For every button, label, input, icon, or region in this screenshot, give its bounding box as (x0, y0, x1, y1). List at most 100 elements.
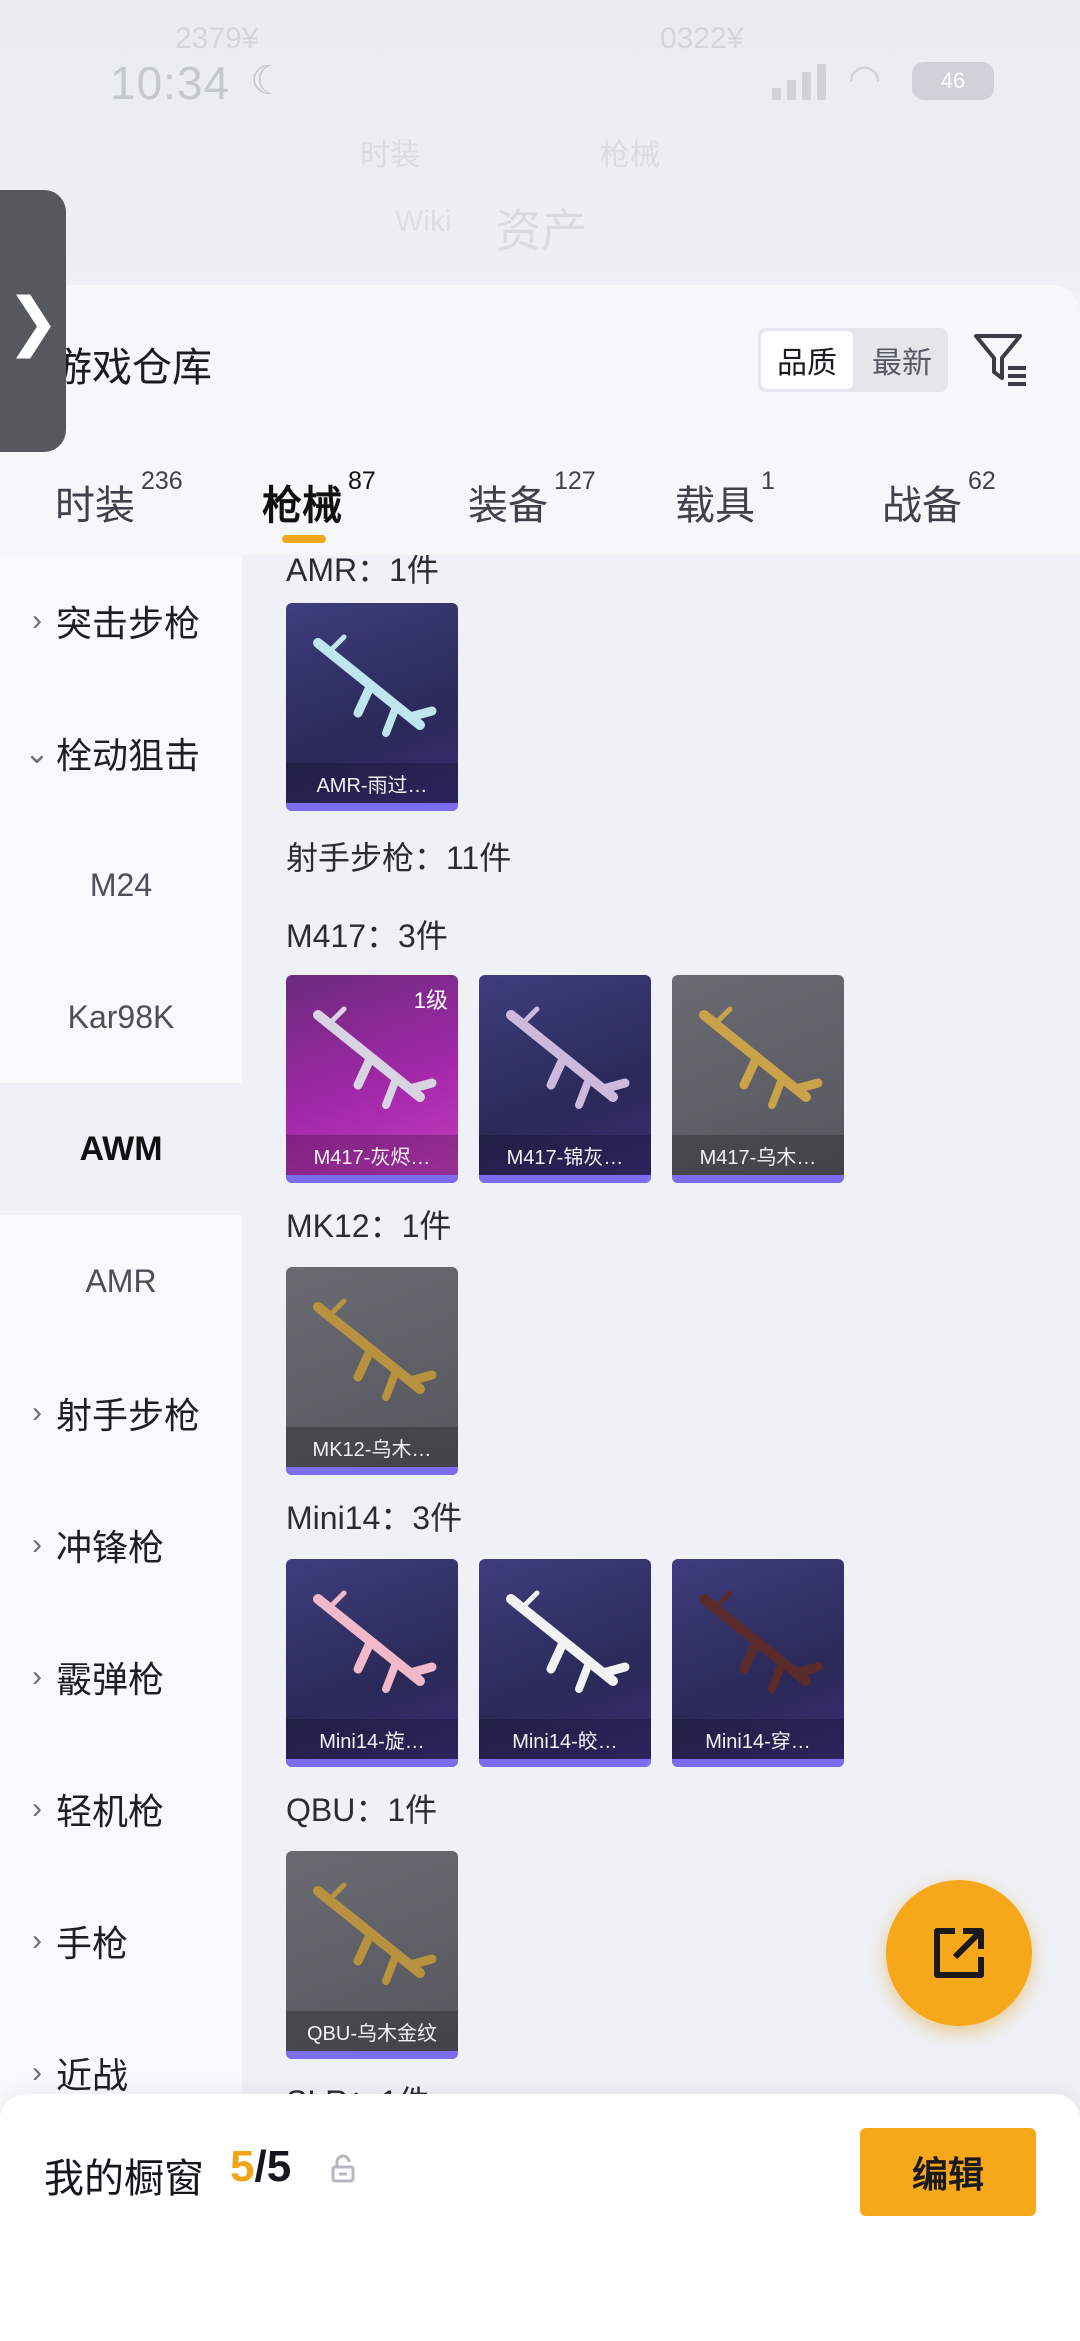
sidebar-item-marksman-rifle[interactable]: › 射手步枪 (0, 1347, 242, 1479)
rarity-bar (479, 1759, 651, 1767)
tab-fashion[interactable]: 时装 236 (55, 455, 183, 555)
sidebar-item-bolt-sniper[interactable]: ⌄ 栓动狙击 (0, 687, 242, 819)
rifle-part (353, 1930, 375, 1966)
weapon-name: MK12-乌木… (286, 1427, 458, 1467)
category-tabs: 时装 236 枪械 87 装备 127 载具 1 战备 62 (0, 455, 1080, 555)
rarity-bar (672, 1175, 844, 1183)
sort-quality-button[interactable]: 品质 (761, 331, 853, 389)
rifle-icon (313, 1882, 437, 1985)
rifle-part (382, 703, 400, 737)
status-ghost-text-left: 2379¥ (175, 22, 259, 55)
tab-supplies[interactable]: 战备 62 (882, 455, 996, 555)
sidebar-item-pistol[interactable]: › 手枪 (0, 1875, 242, 2007)
chevron-right-icon: › (32, 604, 42, 637)
section-label-qbu: QBU：1件 (286, 1792, 438, 1828)
rifle-part (382, 1659, 400, 1693)
sidebar-item-smg[interactable]: › 冲锋枪 (0, 1479, 242, 1611)
weapon-name: M417-灰烬… (286, 1135, 458, 1175)
sidebar-item-label: 栓动狙击 (56, 735, 201, 776)
sidebar-item-shotgun[interactable]: › 霰弹枪 (0, 1611, 242, 1743)
active-tab-indicator (282, 535, 326, 543)
tab-count: 87 (348, 467, 376, 495)
rifle-part (382, 1951, 400, 1985)
rarity-bar (286, 1759, 458, 1767)
tab-label: 装备 (468, 484, 548, 528)
rifle-part (327, 1006, 347, 1026)
tab-label: 枪械 (262, 484, 342, 528)
rarity-bar (479, 1175, 651, 1183)
chevron-right-icon: › (32, 1924, 42, 1957)
section-label-amr: AMR：1件 (286, 555, 439, 588)
rifle-icon (699, 1590, 823, 1693)
weapon-card[interactable]: Mini14-旋… (286, 1559, 458, 1767)
weapon-card[interactable]: MK12-乌木… (286, 1267, 458, 1475)
sidebar-item-lmg[interactable]: › 轻机枪 (0, 1743, 242, 1875)
rifle-part (546, 1054, 568, 1090)
share-button[interactable] (886, 1880, 1032, 2026)
showcase-total: 5 (266, 2142, 292, 2191)
chevron-right-icon: › (32, 1792, 42, 1825)
weapon-name: AMR-雨过… (286, 763, 458, 803)
weapon-card[interactable]: Mini14-穿… (672, 1559, 844, 1767)
tab-count: 127 (554, 467, 596, 495)
chevron-right-icon: ❯ (6, 285, 60, 357)
rifle-part (546, 1638, 568, 1674)
battery-level: 46 (940, 68, 966, 93)
tab-equipment[interactable]: 装备 127 (468, 455, 596, 555)
filter-icon[interactable] (970, 328, 1032, 390)
sidebar-item-label: 射手步枪 (56, 1395, 201, 1436)
weapon-name: M417-锦灰… (479, 1135, 651, 1175)
rarity-bar (286, 1175, 458, 1183)
sidebar-subitem-amr[interactable]: AMR (0, 1215, 242, 1347)
rifle-part (405, 706, 437, 722)
status-bar: 10:34 ☾ 2379¥ 0322¥ ◠ 46 (0, 22, 1080, 120)
weapon-card[interactable]: Mini14-皎… (479, 1559, 651, 1767)
sidebar-item-assault-rifle[interactable]: › 突击步枪 (0, 555, 242, 687)
chevron-right-icon: › (32, 2056, 42, 2089)
showcase-separator: / (254, 2142, 267, 2191)
moon-icon: ☾ (250, 59, 286, 103)
weapon-name: QBU-乌木金纹 (286, 2011, 458, 2051)
sidebar-item-label: 近战 (56, 2055, 129, 2096)
drawer-expand-button[interactable]: ❯ (0, 190, 66, 452)
rifle-part (353, 1638, 375, 1674)
rifle-part (713, 1590, 733, 1610)
sort-latest-button[interactable]: 最新 (856, 328, 948, 392)
rarity-bar (286, 1467, 458, 1475)
weapon-card[interactable]: AMR-雨过… (286, 603, 458, 811)
edit-button[interactable]: 编辑 (860, 2128, 1036, 2216)
rifle-part (405, 1078, 437, 1094)
tab-count: 236 (141, 467, 183, 495)
showcase-current: 5 (230, 2142, 255, 2191)
sidebar-subitem-kar98k[interactable]: Kar98K (0, 951, 242, 1083)
background-header: 10:34 ☾ 2379¥ 0322¥ ◠ 46 时装 枪械 Wiki 资产 (0, 0, 1080, 290)
sidebar-item-label: 突击步枪 (56, 603, 201, 644)
wifi-icon: ◠ (848, 58, 882, 100)
weapon-card[interactable]: M417-乌木… (672, 975, 844, 1183)
weapon-card[interactable]: 1级 M417-灰烬… (286, 975, 458, 1183)
sidebar-subitem-label: M24 (89, 866, 153, 903)
rifle-icon (313, 634, 437, 737)
header-ghost-sub: Wiki (395, 205, 452, 238)
panel-header: 游戏仓库 品质 最新 时装 236 枪械 87 装备 127 载具 1 战备 6… (0, 285, 1080, 555)
sidebar-item-label: 霰弹枪 (56, 1659, 165, 1700)
rifle-part (575, 1075, 593, 1109)
rifle-icon (506, 1006, 630, 1109)
weapon-card[interactable]: M417-锦灰… (479, 975, 651, 1183)
rifle-icon (313, 1006, 437, 1109)
sidebar-subitem-label: Kar98K (67, 998, 175, 1035)
status-ghost-text-right: 0322¥ (660, 22, 744, 55)
sidebar-subitem-label: AMR (85, 1262, 157, 1299)
section-label-m417: M417：3件 (286, 918, 448, 954)
rarity-bar (672, 1759, 844, 1767)
header-ghost-tab-left: 时装 (360, 139, 420, 172)
rifle-part (327, 1882, 347, 1902)
rifle-part (598, 1662, 630, 1678)
weapon-card[interactable]: QBU-乌木金纹 (286, 1851, 458, 2059)
sidebar-subitem-m24[interactable]: M24 (0, 819, 242, 951)
rifle-icon (506, 1590, 630, 1693)
tab-vehicles[interactable]: 载具 1 (675, 455, 775, 555)
rifle-part (520, 1590, 540, 1610)
section-label-mini14: Mini14：3件 (286, 1500, 463, 1536)
sidebar-subitem-awm[interactable]: AWM (0, 1083, 242, 1215)
